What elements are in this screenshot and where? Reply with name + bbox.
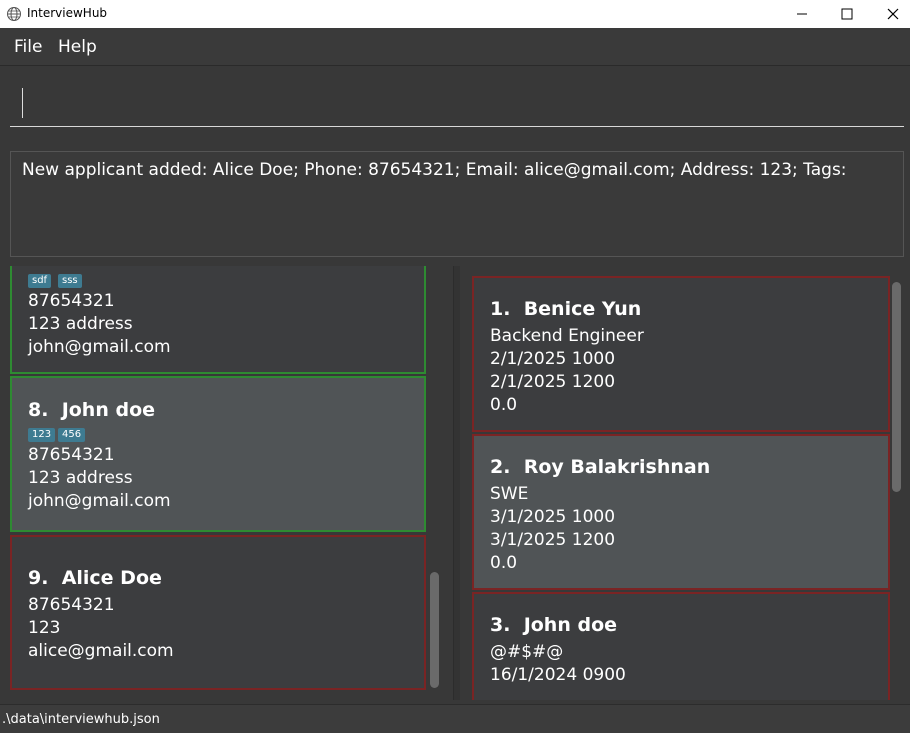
tag-badge: sss [58,274,82,288]
tag-badge: 456 [58,428,86,442]
save-file-path: .\data\interviewhub.json [2,712,160,727]
interview-score: 0.0 [490,553,518,573]
interview-list-panel[interactable]: 1. Benice Yun Backend Engineer 2/1/2025 … [460,266,910,700]
split-divider[interactable] [453,266,460,700]
applicant-card[interactable]: 9. Alice Doe 87654321 123 alice@gmail.co… [10,535,426,690]
interview-card[interactable]: 3. John doe @#$#@ 16/1/2024 0900 [472,592,890,700]
interview-name: 2. Roy Balakrishnan [490,456,711,478]
applicant-email: john@gmail.com [28,337,171,357]
interview-score: 0.0 [490,395,518,415]
menu-help[interactable]: Help [58,37,97,57]
title-bar: InterviewHub [0,0,910,28]
maximize-icon [841,8,853,20]
status-bar: .\data\interviewhub.json [0,704,910,733]
applicant-name: 9. Alice Doe [28,567,162,589]
applicant-phone: 87654321 [28,445,115,465]
command-input[interactable] [10,86,904,127]
interview-name: 1. Benice Yun [490,298,642,320]
interview-start: 2/1/2025 1000 [490,349,616,369]
result-display: New applicant added: Alice Doe; Phone: 8… [10,151,904,257]
text-caret [22,88,23,118]
tag-badge: sdf [28,274,52,288]
interview-end: 3/1/2025 1200 [490,530,616,550]
interview-end: 2/1/2025 1200 [490,372,616,392]
applicant-email: alice@gmail.com [28,641,174,661]
interview-start: 16/1/2024 0900 [490,665,626,685]
command-area [0,66,910,143]
applicant-email: john@gmail.com [28,491,171,511]
result-message: New applicant added: Alice Doe; Phone: 8… [22,160,847,180]
interview-name: 3. John doe [490,614,618,636]
interview-role: SWE [490,484,529,504]
applicant-card[interactable]: 8. John doe 123 456 87654321 123 address… [10,376,426,532]
applicant-card[interactable]: sdf sss 87654321 123 address john@gmail.… [10,266,426,374]
interview-role: @#$#@ [490,642,564,662]
applicant-address: 123 [28,618,61,638]
applicant-list-panel[interactable]: sdf sss 87654321 123 address john@gmail.… [0,266,452,700]
applicant-phone: 87654321 [28,595,115,615]
menu-bar: File Help [0,28,910,66]
globe-icon [7,7,21,21]
tag-badge: 123 [28,428,56,442]
interview-role: Backend Engineer [490,326,644,346]
applicant-address: 123 address [28,314,133,334]
minimize-icon [797,13,807,15]
applicant-scrollbar[interactable] [430,572,439,688]
interview-card[interactable]: 2. Roy Balakrishnan SWE 3/1/2025 1000 3/… [472,434,890,590]
window-title: InterviewHub [27,6,108,20]
close-icon [887,8,899,20]
minimize-button[interactable] [779,0,825,28]
interview-scrollbar[interactable] [892,282,901,492]
close-button[interactable] [870,0,910,28]
interview-start: 3/1/2025 1000 [490,507,616,527]
interview-card[interactable]: 1. Benice Yun Backend Engineer 2/1/2025 … [472,276,890,432]
maximize-button[interactable] [824,0,870,28]
applicant-name: 8. John doe [28,399,156,421]
applicant-address: 123 address [28,468,133,488]
applicant-phone: 87654321 [28,291,115,311]
menu-file[interactable]: File [14,37,42,57]
